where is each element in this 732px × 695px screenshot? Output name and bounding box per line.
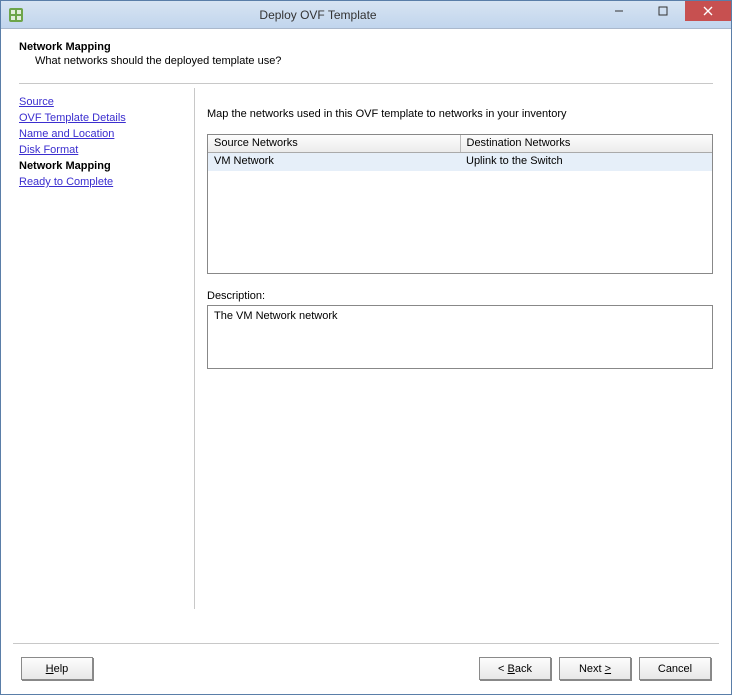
back-label-pre: < xyxy=(498,663,507,675)
back-button[interactable]: < Back xyxy=(479,657,551,680)
wizard-header: Network Mapping What networks should the… xyxy=(1,29,731,77)
window-controls xyxy=(597,1,731,21)
next-label-pre: Next xyxy=(579,663,605,675)
wizard-steps-sidebar: Source OVF Template Details Name and Loc… xyxy=(19,88,194,609)
help-button[interactable]: Help xyxy=(21,657,93,680)
page-subtitle: What networks should the deployed templa… xyxy=(19,55,713,67)
footer-buttons: Help < Back Next > Cancel xyxy=(21,657,711,680)
column-destination-networks[interactable]: Destination Networks xyxy=(461,135,713,152)
help-label-rest: elp xyxy=(54,663,69,675)
content-area: Source OVF Template Details Name and Loc… xyxy=(1,84,731,609)
footer-divider xyxy=(13,643,719,644)
minimize-button[interactable] xyxy=(597,1,641,21)
titlebar: Deploy OVF Template xyxy=(1,1,731,29)
step-ready-to-complete[interactable]: Ready to Complete xyxy=(19,174,186,190)
step-network-mapping: Network Mapping xyxy=(19,158,186,174)
step-disk-format[interactable]: Disk Format xyxy=(19,142,186,158)
description-label: Description: xyxy=(207,290,713,302)
step-name-and-location[interactable]: Name and Location xyxy=(19,126,186,142)
instruction-text: Map the networks used in this OVF templa… xyxy=(207,108,713,120)
cancel-button[interactable]: Cancel xyxy=(639,657,711,680)
app-icon xyxy=(7,6,25,24)
main-pane: Map the networks used in this OVF templa… xyxy=(194,88,713,609)
column-source-networks[interactable]: Source Networks xyxy=(208,135,461,152)
back-label-rest: ack xyxy=(515,663,532,675)
table-row[interactable]: VM Network Uplink to the Switch xyxy=(208,153,712,171)
close-button[interactable] xyxy=(685,1,731,21)
table-header: Source Networks Destination Networks xyxy=(208,135,712,153)
table-body-empty xyxy=(208,171,712,273)
network-mapping-table: Source Networks Destination Networks VM … xyxy=(207,134,713,274)
next-button[interactable]: Next > xyxy=(559,657,631,680)
step-source[interactable]: Source xyxy=(19,94,186,110)
step-ovf-template-details[interactable]: OVF Template Details xyxy=(19,110,186,126)
cell-destination-network[interactable]: Uplink to the Switch xyxy=(460,153,712,171)
description-text: The VM Network network xyxy=(214,310,337,322)
maximize-button[interactable] xyxy=(641,1,685,21)
page-title: Network Mapping xyxy=(19,41,713,53)
description-box: The VM Network network xyxy=(207,305,713,369)
cell-source-network: VM Network xyxy=(208,153,460,171)
